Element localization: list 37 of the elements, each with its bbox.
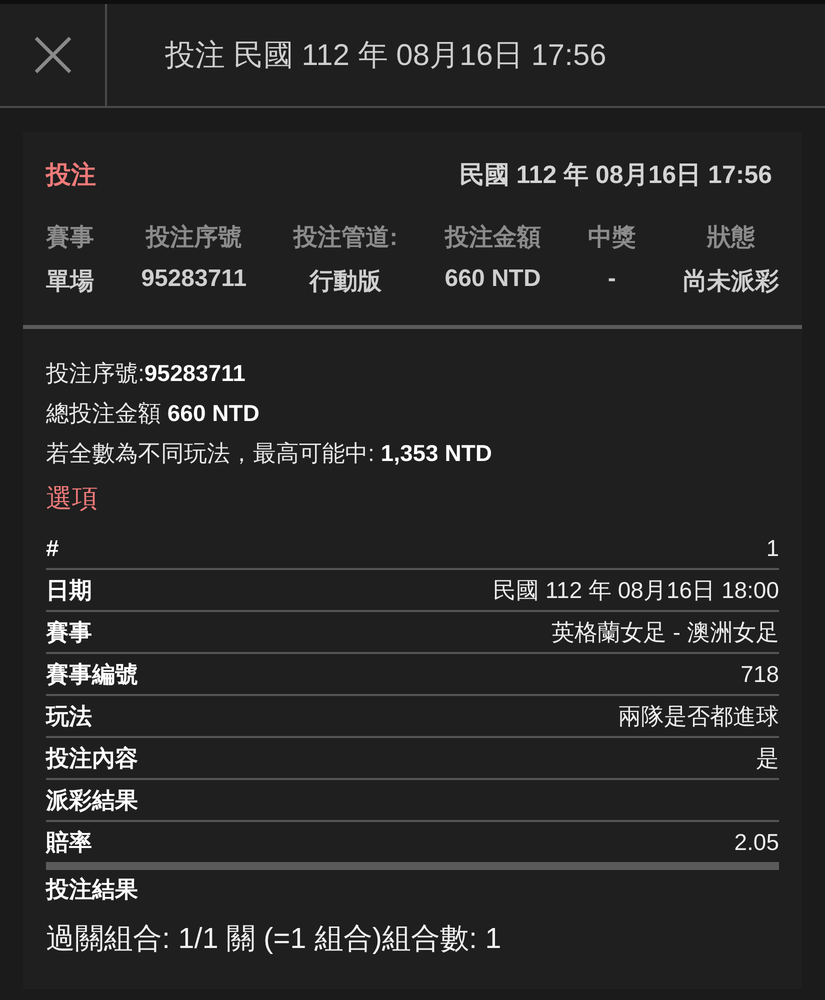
detail-value: 是	[756, 744, 779, 772]
detail-label: #	[46, 534, 59, 562]
column-header: 賽事	[46, 223, 94, 253]
detail-label: 賠率	[46, 828, 92, 856]
close-icon	[34, 36, 72, 74]
column-header: 中獎	[588, 223, 636, 253]
detail-value: 2.05	[734, 828, 779, 856]
detail-label: 玩法	[46, 702, 92, 730]
column-value: 單場	[46, 267, 94, 297]
column-header: 投注金額	[444, 223, 541, 253]
detail-label: 日期	[46, 576, 92, 604]
bet-datetime: 民國 112 年 08月16日 17:56	[459, 160, 772, 191]
column-header: 狀態	[706, 223, 755, 253]
result-text: 過關組合: 1/1 關 (=1 組合)組合數: 1	[46, 922, 502, 957]
bet-heading: 投注	[46, 160, 96, 191]
summary-line: 投注序號:95283711	[46, 359, 246, 388]
column-value: -	[608, 265, 616, 293]
detail-label: 賽事編號	[46, 660, 138, 688]
detail-label: 賽事	[46, 618, 92, 646]
column-header: 投注序號	[146, 223, 242, 253]
result-heading: 投注結果	[46, 875, 139, 904]
detail-label: 投注內容	[46, 744, 138, 772]
detail-value: 1	[766, 534, 779, 562]
summary-line: 若全數為不同玩法，最高可能中: 1,353 NTD	[46, 439, 493, 468]
detail-value: 英格蘭女足 - 澳洲女足	[552, 618, 779, 646]
column-value: 95283711	[141, 265, 247, 293]
column-value: 660 NTD	[444, 265, 541, 293]
options-heading: 選項	[46, 482, 99, 515]
summary-line: 總投注金額 660 NTD	[46, 399, 260, 428]
detail-label: 派彩結果	[46, 786, 138, 814]
header-title: 投注 民國 112 年 08月16日 17:56	[165, 38, 606, 74]
detail-value: 兩隊是否都進球	[618, 702, 779, 730]
column-value: 行動版	[310, 267, 382, 297]
detail-value: 718	[740, 660, 779, 688]
detail-value: 民國 112 年 08月16日 18:00	[493, 576, 779, 604]
column-value: 尚未派彩	[682, 267, 779, 297]
column-header: 投注管道:	[294, 223, 398, 253]
